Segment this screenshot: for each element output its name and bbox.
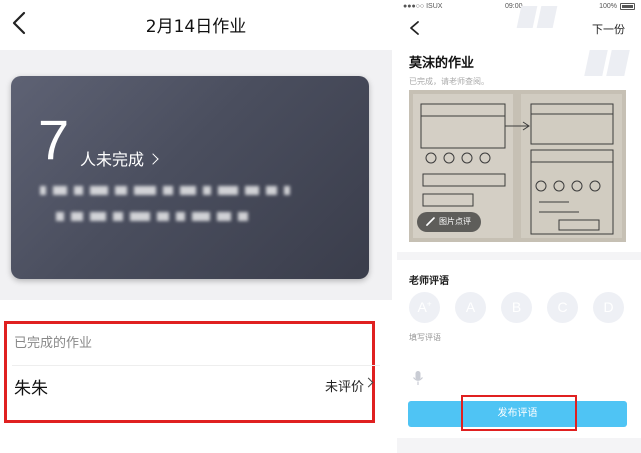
- completed-section-label: 已完成的作业: [14, 336, 93, 351]
- battery-icon: [620, 3, 635, 10]
- carrier-label: ●●●○○ ISUX: [403, 3, 443, 10]
- quote-decoration: [606, 50, 630, 76]
- homework-review-screen: ●●●○○ ISUX 09:00 100% 下一份 莫沫的作业 已完成，请老师查…: [397, 0, 641, 453]
- teacher-comment-title: 老师评语: [409, 276, 449, 287]
- quote-decoration: [536, 6, 558, 28]
- work-title: 莫沫的作业: [409, 56, 475, 71]
- pen-icon: [426, 217, 435, 226]
- homework-overview-screen: 2月14日作业 7 人未完成 已完成的作业 朱朱 未评价: [0, 0, 392, 453]
- grade-c-button[interactable]: C: [547, 292, 578, 323]
- photo-comment-label: 图片点评: [439, 217, 471, 226]
- grade-a-plus-button[interactable]: A+: [409, 292, 440, 323]
- incomplete-link[interactable]: 人未完成: [80, 146, 159, 170]
- incomplete-label: 人未完成: [80, 150, 145, 169]
- section-divider: [397, 252, 641, 260]
- battery-percent: 100%: [599, 3, 617, 10]
- incomplete-summary-card[interactable]: [11, 76, 369, 279]
- grade-a-button[interactable]: A: [455, 292, 486, 323]
- redacted-names-row: [56, 212, 255, 222]
- photo-comment-button[interactable]: 图片点评: [417, 212, 481, 232]
- page-title: 2月14日作业: [145, 17, 247, 37]
- write-comment-hint[interactable]: 填写评语: [409, 332, 441, 343]
- quote-decoration: [516, 6, 538, 28]
- divider: [12, 365, 380, 366]
- next-submission-link[interactable]: 下一份: [592, 21, 625, 37]
- status-bar: ●●●○○ ISUX 09:00 100%: [397, 0, 641, 12]
- grade-d-button[interactable]: D: [593, 292, 624, 323]
- quote-decoration: [584, 50, 608, 76]
- work-subtitle: 已完成，请老师查阅。: [409, 77, 489, 86]
- bottom-band: [397, 438, 641, 453]
- redacted-names-row: [40, 186, 297, 196]
- incomplete-count: 7: [38, 108, 70, 171]
- grade-b-button[interactable]: B: [501, 292, 532, 323]
- back-chevron-icon[interactable]: [408, 20, 422, 36]
- publish-button-highlight: [461, 395, 577, 431]
- student-name[interactable]: 朱朱: [14, 374, 48, 399]
- chevron-right-icon: [147, 153, 159, 165]
- microphone-icon[interactable]: [412, 370, 424, 386]
- evaluation-status[interactable]: 未评价: [325, 376, 364, 395]
